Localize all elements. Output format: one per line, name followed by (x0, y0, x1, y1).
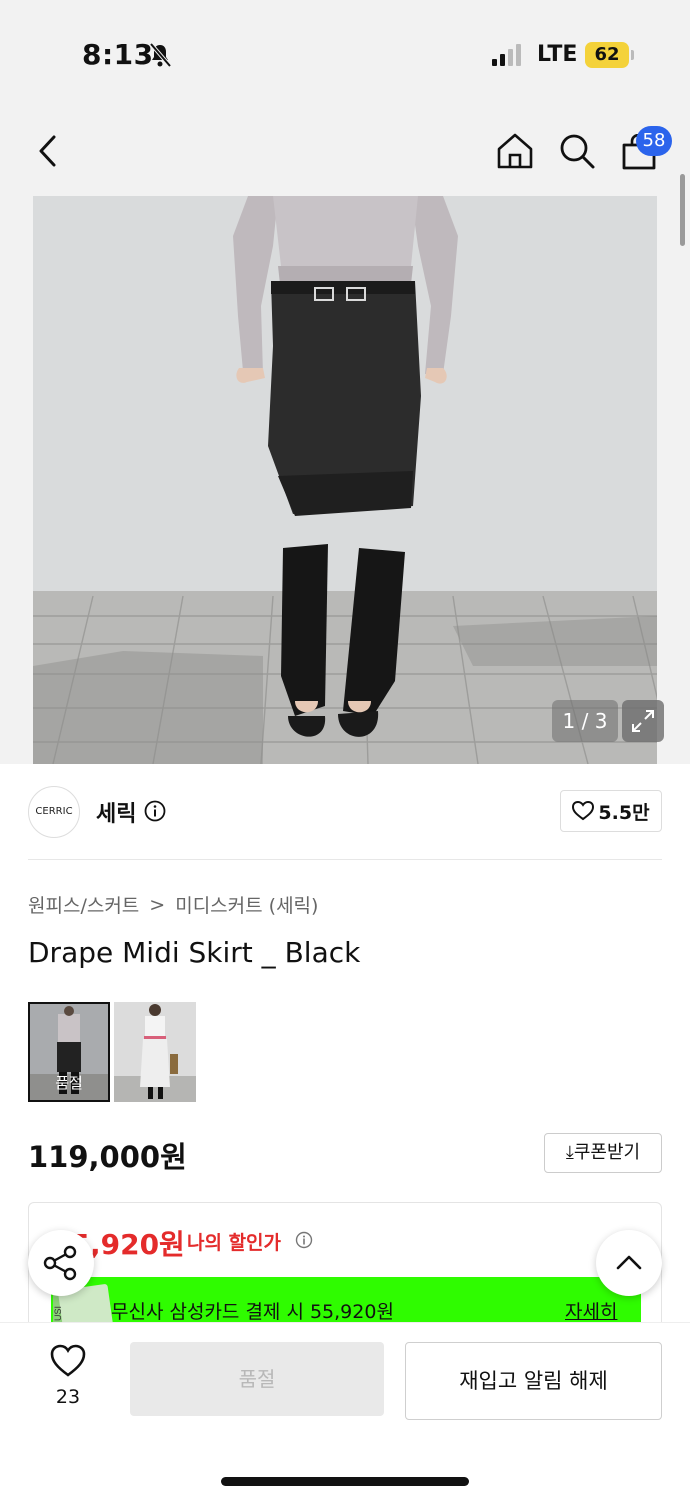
breadcrumb: 원피스/스커트 > 미디스커트 (세릭) (28, 891, 318, 918)
bell-off-icon (149, 42, 172, 68)
restock-alert-button[interactable]: 재입고 알림 해제 (405, 1342, 662, 1420)
chevron-up-icon (616, 1255, 642, 1270)
brand-name[interactable]: 세릭 (96, 796, 136, 828)
breadcrumb-subcategory[interactable]: 미디스커트 (세릭) (175, 891, 318, 918)
cart-badge: 58 (636, 126, 672, 156)
heart-icon (572, 801, 595, 821)
coupon-button[interactable]: ⤓쿠폰받기 (544, 1133, 662, 1173)
brand-like-count: 5.5만 (598, 801, 650, 824)
svg-text:USI: USI (53, 1306, 63, 1321)
brand-logo[interactable]: CERRIC (28, 786, 80, 838)
info-icon[interactable] (144, 800, 166, 822)
breadcrumb-category[interactable]: 원피스/스커트 (28, 891, 139, 918)
search-icon[interactable] (558, 132, 596, 170)
color-thumbnail-white[interactable] (114, 1002, 196, 1102)
battery-tip (631, 50, 634, 60)
download-icon: ⤓ (565, 1142, 574, 1163)
network-label: LTE (537, 42, 578, 67)
product-gallery[interactable] (0, 196, 690, 764)
soldout-button: 품절 (130, 1342, 384, 1416)
share-icon (43, 1245, 77, 1281)
back-icon[interactable] (36, 134, 60, 168)
status-time: 8:13 (82, 38, 154, 71)
home-icon[interactable] (496, 132, 534, 170)
page-scrollbar[interactable] (680, 174, 685, 246)
thumbnail-soldout-label: 품절 (55, 1074, 83, 1092)
discount-box: 55,920원 나의 할인가 USI 무신사 삼성카드 결제 시 55,920원… (28, 1202, 662, 1332)
my-price-label: 나의 할인가 (187, 1232, 282, 1254)
product-title: Drape Midi Skirt _ Black (28, 936, 361, 969)
coupon-label: 쿠폰받기 (573, 1142, 641, 1163)
section-divider (28, 859, 662, 860)
thumbnail-image (114, 1002, 196, 1102)
brand-like-button[interactable]: 5.5만 (560, 790, 662, 832)
expand-icon[interactable] (622, 700, 664, 742)
info-icon[interactable] (295, 1231, 313, 1249)
breadcrumb-separator: > (149, 893, 166, 916)
card-detail-link[interactable]: 자세히 (565, 1297, 617, 1324)
signal-icon (492, 44, 521, 66)
color-thumbnail-black[interactable]: 품절 (28, 1002, 110, 1102)
wishlist-heart-icon[interactable] (50, 1344, 86, 1378)
scroll-top-button[interactable] (596, 1230, 662, 1296)
product-price: 119,000원 (28, 1140, 187, 1174)
wishlist-count: 23 (55, 1386, 81, 1408)
share-button[interactable] (28, 1230, 94, 1296)
home-indicator[interactable] (221, 1477, 469, 1486)
product-photo (33, 196, 657, 764)
image-counter: 1 / 3 (552, 700, 618, 742)
card-offer-text: 무신사 삼성카드 결제 시 55,920원 (111, 1301, 394, 1323)
battery-indicator: 62 (585, 42, 629, 68)
